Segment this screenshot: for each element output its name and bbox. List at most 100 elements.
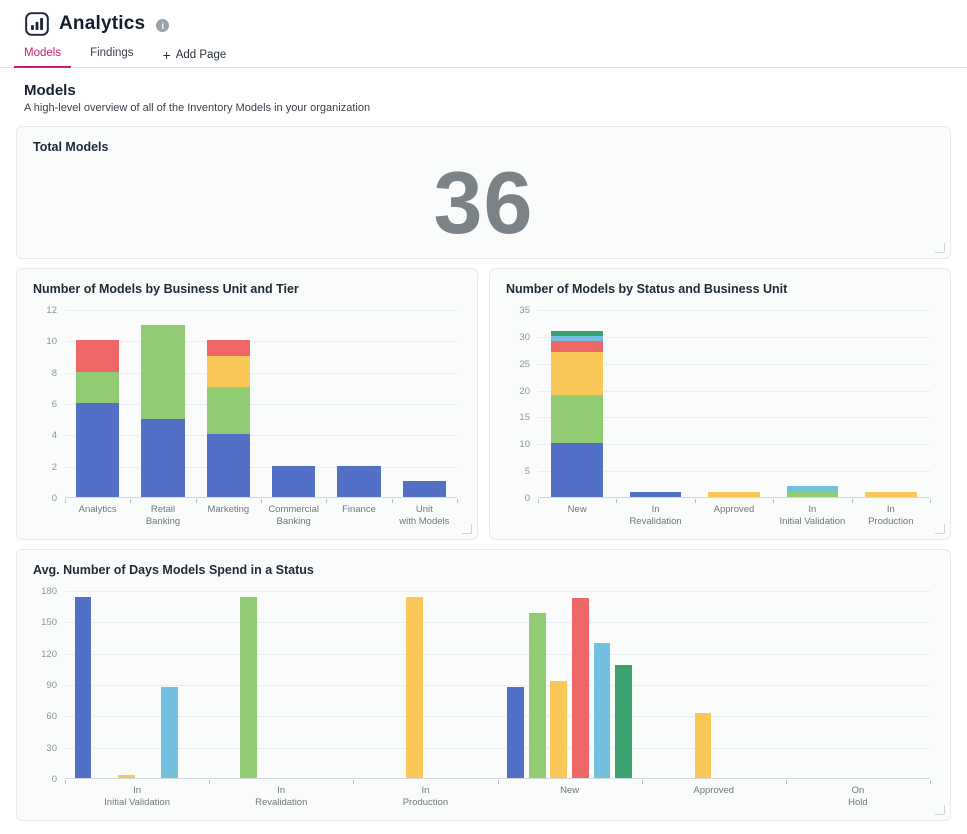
gridline (65, 310, 457, 311)
bar-segment[interactable] (551, 395, 603, 443)
info-icon[interactable]: i (156, 19, 169, 32)
section-subtitle: A high-level overview of all of the Inve… (24, 102, 943, 114)
bar-segment[interactable] (141, 419, 184, 497)
y-axis-tick-label: 10 (504, 439, 530, 450)
bar-segment[interactable] (630, 492, 682, 497)
plus-icon: + (163, 50, 171, 60)
bar-segment[interactable] (406, 597, 423, 778)
add-page-label: Add Page (176, 49, 227, 61)
chart-card-row: Number of Models by Business Unit and Ti… (16, 268, 951, 540)
bar-segment[interactable] (551, 341, 603, 352)
y-axis-tick-label: 35 (504, 305, 530, 316)
x-axis-tick (930, 780, 931, 784)
y-axis-tick-label: 25 (504, 359, 530, 370)
y-axis-tick-label: 150 (31, 617, 57, 628)
y-axis-tick-label: 15 (504, 412, 530, 423)
x-axis-tick (538, 499, 539, 503)
bar-segment[interactable] (76, 372, 119, 403)
card-resize-handle-icon[interactable] (935, 524, 946, 535)
bar-segment[interactable] (75, 597, 92, 778)
bar-segment[interactable] (529, 613, 546, 778)
gridline (65, 467, 457, 468)
card-models-by-status-bu: Number of Models by Status and Business … (489, 268, 951, 540)
y-axis-tick-label: 120 (31, 649, 57, 660)
card-resize-handle-icon[interactable] (935, 243, 946, 254)
card-resize-handle-icon[interactable] (462, 524, 473, 535)
bar-segment[interactable] (695, 713, 712, 778)
x-axis-tick (196, 499, 197, 503)
x-axis-tick (392, 499, 393, 503)
tab-models[interactable]: Models (14, 43, 71, 68)
bar-segment[interactable] (865, 492, 917, 497)
gridline (65, 716, 930, 717)
tab-findings[interactable]: Findings (80, 43, 143, 68)
bar-segment[interactable] (551, 331, 603, 336)
x-axis-tick (852, 499, 853, 503)
card-total-models: Total Models 36 (16, 126, 951, 259)
bar-segment[interactable] (272, 466, 315, 497)
x-axis-tick (130, 499, 131, 503)
bar-segment[interactable] (207, 387, 250, 434)
bar-segment[interactable] (161, 687, 178, 778)
bar-segment[interactable] (207, 434, 250, 497)
card-models-by-bu-tier: Number of Models by Business Unit and Ti… (16, 268, 478, 540)
gridline (65, 435, 457, 436)
bar-segment[interactable] (787, 486, 839, 491)
tab-bar: Models Findings + Add Page (0, 43, 967, 68)
bar-segment[interactable] (337, 466, 380, 497)
y-axis-tick-label: 2 (31, 462, 57, 473)
analytics-app-icon (24, 11, 50, 37)
gridline (65, 591, 930, 592)
chart-title: Number of Models by Business Unit and Ti… (17, 269, 477, 296)
bar-segment[interactable] (572, 598, 589, 778)
bar-segment[interactable] (207, 340, 250, 356)
x-axis-tick (616, 499, 617, 503)
bar-segment[interactable] (207, 356, 250, 387)
bar-segment[interactable] (141, 325, 184, 419)
x-axis-category-label: In Production (838, 504, 944, 528)
chart-plot-area (538, 310, 930, 498)
x-axis-tick (695, 499, 696, 503)
bar-segment[interactable] (787, 492, 839, 497)
chart-plot-area (65, 310, 457, 498)
y-axis-tick-label: 0 (504, 493, 530, 504)
total-models-value: 36 (17, 153, 950, 252)
x-axis-tick (786, 780, 787, 784)
bar-segment[interactable] (551, 336, 603, 341)
bar-segment[interactable] (240, 597, 257, 778)
y-axis-tick-label: 10 (31, 336, 57, 347)
y-axis-tick-label: 12 (31, 305, 57, 316)
bar-segment[interactable] (708, 492, 760, 497)
x-axis-tick (353, 780, 354, 784)
app-header: Analytics i (0, 0, 967, 43)
add-page-button[interactable]: + Add Page (153, 45, 237, 68)
gridline (65, 748, 930, 749)
bar-segment[interactable] (551, 443, 603, 497)
bar-segment[interactable] (507, 687, 524, 778)
chart-title: Number of Models by Status and Business … (490, 269, 950, 296)
card-resize-handle-icon[interactable] (935, 805, 946, 816)
x-axis-tick (457, 499, 458, 503)
x-axis-tick (930, 499, 931, 503)
bar-segment[interactable] (403, 481, 446, 497)
bar-segment[interactable] (594, 643, 611, 778)
dashboard-content: Models A high-level overview of all of t… (0, 82, 967, 821)
x-axis-tick (498, 780, 499, 784)
gridline (65, 341, 457, 342)
y-axis-tick-label: 30 (504, 332, 530, 343)
y-axis-tick-label: 60 (31, 711, 57, 722)
bar-segment[interactable] (550, 681, 567, 778)
y-axis-tick-label: 180 (31, 586, 57, 597)
y-axis-tick-label: 4 (31, 430, 57, 441)
chart-title: Avg. Number of Days Models Spend in a St… (17, 550, 950, 577)
bar-segment[interactable] (76, 340, 119, 371)
bar-segment[interactable] (551, 352, 603, 395)
x-axis-category-label: Unit with Models (380, 504, 468, 528)
bar-segment[interactable] (615, 665, 632, 778)
y-axis-tick-label: 90 (31, 680, 57, 691)
card-title: Total Models (17, 127, 950, 154)
bar-segment[interactable] (76, 403, 119, 497)
gridline (65, 685, 930, 686)
bar-segment[interactable] (118, 775, 135, 778)
gridline (538, 310, 930, 311)
